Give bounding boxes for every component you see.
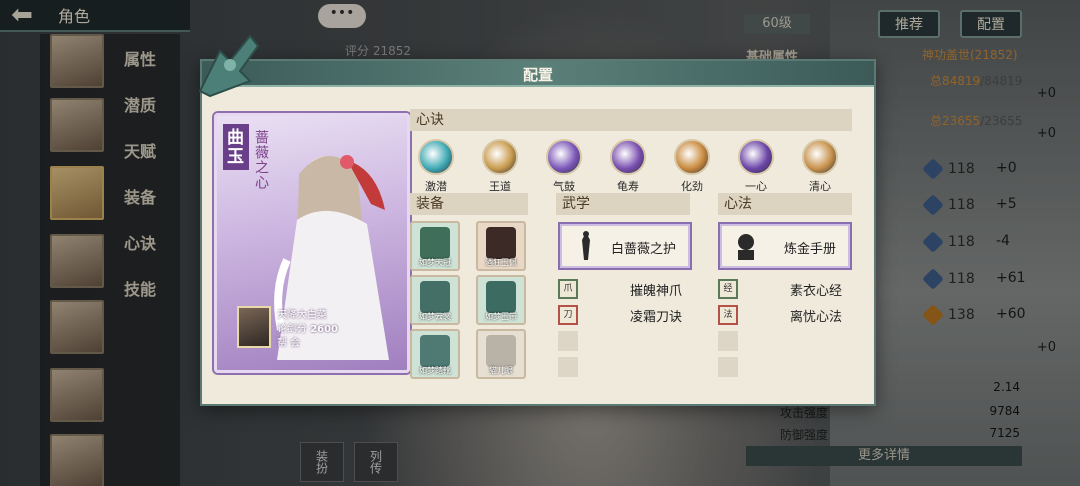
wuxue-skill-row[interactable]: 爪 摧魄神爪 [558, 279, 692, 299]
equipment-slot[interactable]: 酒狂玉佩 [476, 221, 526, 271]
empty-skill-slot[interactable] [718, 331, 738, 351]
heart-sutra-icon: 经 [718, 279, 738, 299]
equipment-label: 猫儿眼 [489, 366, 513, 375]
character-card[interactable]: 曲玉 蔷薇之心 天降大白菜 论剑分 2600 帮 会 [214, 113, 410, 373]
equipment-icon [420, 281, 450, 313]
equipment-icon [486, 227, 516, 259]
martial-figure-icon [582, 231, 590, 260]
character-title: 蔷薇之心 [253, 130, 269, 190]
wuxue-skill-row[interactable]: 刀 凌霜刀诀 [558, 305, 692, 325]
xinfa-header: 心法 [718, 193, 852, 215]
equipment-slot[interactable]: 如梦玉带 [476, 275, 526, 325]
xinjue-header: 心诀 [410, 109, 852, 131]
xinfa-skill-row[interactable]: 经 素衣心经 [718, 279, 852, 299]
equipment-icon [486, 335, 516, 367]
xinjue-orb-label: 一心 [745, 180, 767, 193]
xinjue-orb-icon [482, 139, 518, 175]
equipment-icon [420, 335, 450, 367]
xinjue-orb[interactable]: 清心 [794, 139, 846, 194]
player-guild: 帮 会 [277, 338, 301, 349]
equipment-label: 如梦云裳 [419, 312, 451, 321]
equip-header: 装备 [410, 193, 528, 215]
xinjue-orb-icon [738, 139, 774, 175]
heart-method-icon: 法 [718, 305, 738, 325]
player-name: 天降大白菜 [277, 310, 327, 321]
xinjue-orb[interactable]: 化劲 [666, 139, 718, 194]
xinjue-orb[interactable]: 一心 [730, 139, 782, 194]
xinjue-orb[interactable]: 激潜 [410, 139, 462, 194]
equipment-slot[interactable]: 如梦天冠 [410, 221, 460, 271]
blade-skill-icon: 刀 [558, 305, 578, 325]
xinjue-orb-label: 龟寿 [617, 180, 639, 193]
xinjue-orb-label: 清心 [809, 180, 831, 193]
player-score: 论剑分 2600 [277, 324, 339, 335]
xinjue-orb[interactable]: 王道 [474, 139, 526, 194]
wuxue-main-slot[interactable]: 白蔷薇之护 [558, 222, 692, 270]
xinjue-orb-icon [546, 139, 582, 175]
xinjue-orb-label: 王道 [489, 180, 511, 193]
claw-skill-icon: 爪 [558, 279, 578, 299]
equipment-label: 如梦玉带 [485, 312, 517, 321]
empty-skill-slot[interactable] [558, 331, 578, 351]
xinfa-main-slot[interactable]: 炼金手册 [718, 222, 852, 270]
alchemy-icon [738, 234, 754, 260]
equipment-label: 如梦踏靴 [419, 366, 451, 375]
jade-ornament-icon [198, 34, 260, 98]
xinjue-orb-label: 激潜 [425, 180, 447, 193]
xinfa-skill-row[interactable]: 法 离忧心法 [718, 305, 852, 325]
equipment-icon [486, 281, 516, 313]
player-avatar [237, 306, 271, 348]
dialog-title: 配置 [522, 66, 553, 84]
equipment-icon [420, 227, 450, 259]
xinjue-orb-icon [418, 139, 454, 175]
xinjue-orb-icon [674, 139, 710, 175]
equipment-slot[interactable]: 如梦踏靴 [410, 329, 460, 379]
equipment-label: 如梦天冠 [419, 258, 451, 267]
config-dialog: 配置 曲玉 蔷薇之心 天降大白菜 论剑分 2600 帮 会 心诀 装备 武学 白… [198, 34, 876, 406]
xinjue-orb[interactable]: 气鼓 [538, 139, 590, 194]
player-info: 天降大白菜 论剑分 2600 帮 会 [237, 306, 357, 358]
xinjue-orb-label: 气鼓 [553, 180, 575, 193]
xinfa-main-name: 炼金手册 [783, 242, 836, 257]
empty-skill-slot[interactable] [718, 357, 738, 377]
empty-skill-slot[interactable] [558, 357, 578, 377]
xinjue-orb[interactable]: 龟寿 [602, 139, 654, 194]
xinjue-orb-label: 化劲 [681, 180, 703, 193]
equipment-label: 酒狂玉佩 [485, 258, 517, 267]
equipment-slot[interactable]: 如梦云裳 [410, 275, 460, 325]
wuxue-main-name: 白蔷薇之护 [610, 242, 676, 257]
character-name: 曲玉 [223, 124, 249, 170]
equipment-slot[interactable]: 猫儿眼 [476, 329, 526, 379]
xinjue-orb-icon [610, 139, 646, 175]
xinjue-orb-icon [802, 139, 838, 175]
wuxue-header: 武学 [556, 193, 690, 215]
